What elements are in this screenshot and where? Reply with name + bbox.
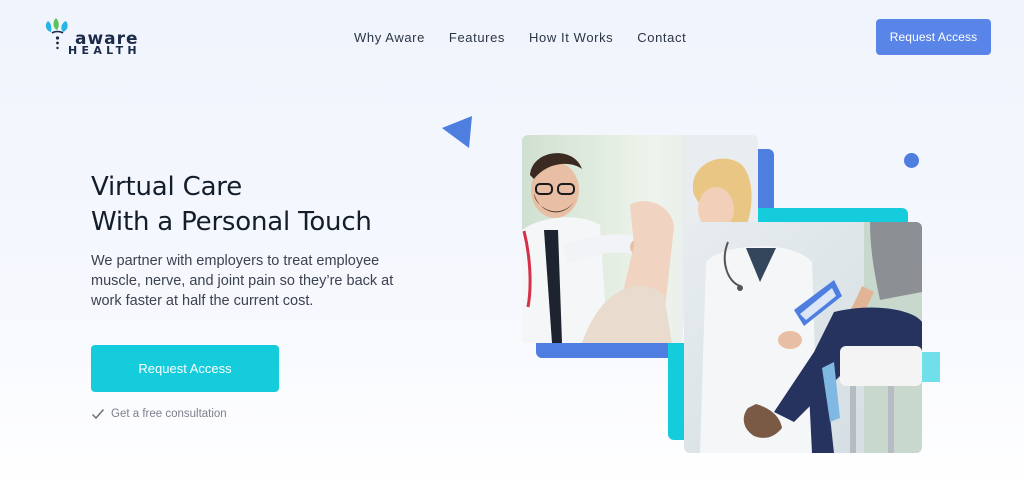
dot-decoration: [904, 153, 919, 168]
header-request-access-button[interactable]: Request Access: [876, 19, 991, 55]
hero-description: We partner with employers to treat emplo…: [91, 253, 394, 309]
doctor-patient-consult-illustration: [684, 222, 922, 453]
nav-link-how-it-works[interactable]: How It Works: [529, 30, 613, 46]
cyan-tab-decoration: [920, 352, 940, 382]
check-icon: [91, 409, 105, 420]
nav-link-contact[interactable]: Contact: [637, 30, 686, 46]
logo-word-health: HEALTH: [68, 44, 141, 57]
consultation-note-text: Get a free consultation: [111, 408, 227, 420]
doctor-patient-consult-photo: [684, 222, 922, 453]
main-nav: Why Aware Features How It Works Contact: [354, 30, 710, 46]
consultation-note: Get a free consultation: [91, 408, 227, 420]
hero-title: Virtual Care With a Personal Touch: [91, 170, 372, 240]
brand-logo[interactable]: aware HEALTH: [42, 17, 162, 57]
nav-link-features[interactable]: Features: [449, 30, 505, 46]
triangle-decoration: [442, 116, 472, 148]
hero-title-line-1: Virtual Care: [91, 172, 243, 202]
nav-link-why-aware[interactable]: Why Aware: [354, 30, 425, 46]
hero-title-line-2: With a Personal Touch: [91, 207, 372, 237]
hero-request-access-button[interactable]: Request Access: [91, 345, 279, 392]
